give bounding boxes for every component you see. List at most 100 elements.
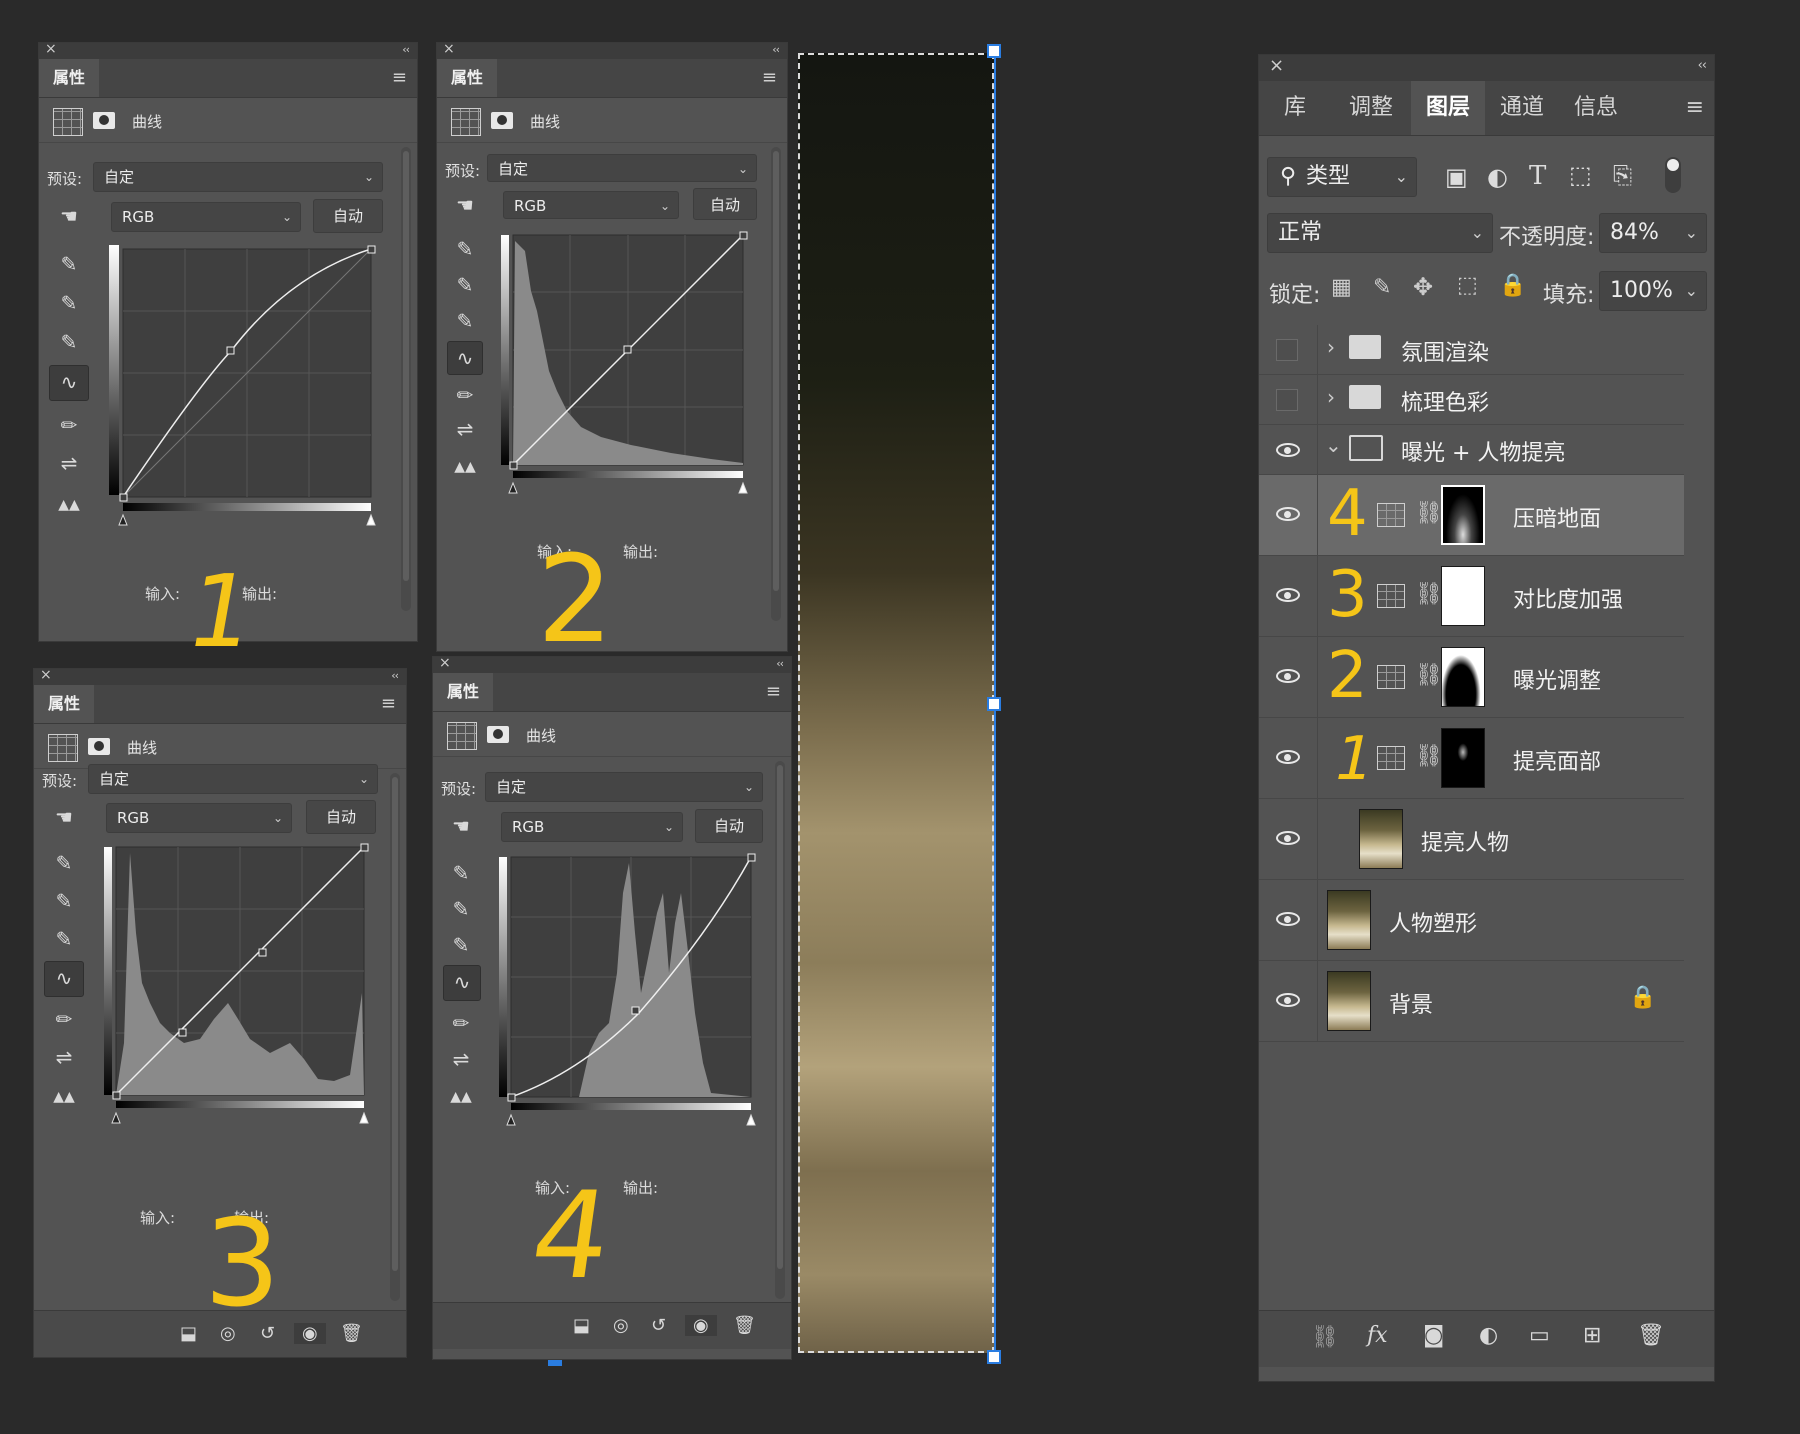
curve-graph[interactable]	[109, 245, 377, 545]
trash-icon[interactable]: 🗑	[1637, 1323, 1665, 1348]
layer-mask-thumb[interactable]	[1441, 566, 1485, 626]
panel-menu-icon[interactable]: ≡	[392, 67, 407, 88]
white-eyedropper-icon[interactable]: ✎	[53, 326, 85, 358]
layer-mask-thumb[interactable]	[1441, 728, 1485, 788]
tab-adjustments[interactable]: 调整	[1331, 81, 1411, 135]
clipping-warning-icon[interactable]: ▲▲	[53, 489, 85, 521]
transform-handle[interactable]	[987, 697, 1001, 711]
lock-transparent-icon[interactable]: ▦	[1331, 275, 1352, 300]
layer-row-selected[interactable]: 4 ⛓ 压暗地面	[1259, 475, 1684, 556]
mask-icon[interactable]	[487, 726, 509, 743]
scrollbar[interactable]	[401, 147, 411, 611]
eye-icon[interactable]	[1276, 588, 1300, 602]
view-previous-icon[interactable]: ◎	[613, 1315, 629, 1336]
chevron-down-icon[interactable]: ⌄	[1325, 433, 1342, 457]
panel-menu-icon[interactable]: ≡	[766, 681, 781, 702]
chevron-right-icon[interactable]: ›	[1327, 335, 1335, 359]
reset-icon[interactable]: ↺	[651, 1315, 666, 1336]
close-icon[interactable]: ×	[45, 41, 57, 57]
layer-thumbnail[interactable]	[1359, 809, 1403, 869]
chevron-right-icon[interactable]: ›	[1327, 385, 1335, 409]
link-layers-icon[interactable]: ⛓	[1311, 1325, 1339, 1350]
black-eyedropper-icon[interactable]: ✎	[449, 233, 481, 265]
panel-menu-icon[interactable]: ≡	[1686, 95, 1704, 120]
blend-mode-select[interactable]: 正常 ⌄	[1267, 213, 1493, 253]
panel-menu-icon[interactable]: ≡	[381, 693, 396, 714]
gray-eyedropper-icon[interactable]: ✎	[445, 893, 477, 925]
clipping-warning-icon[interactable]: ▲▲	[449, 451, 481, 483]
auto-button[interactable]: 自动	[306, 800, 376, 834]
preset-select[interactable]: 自定 ⌄	[487, 154, 757, 182]
channel-select[interactable]: RGB ⌄	[501, 812, 683, 842]
link-icon[interactable]: ⛓	[1415, 582, 1443, 607]
transform-handle[interactable]	[987, 1350, 1001, 1364]
target-adjust-icon[interactable]: ☚	[449, 189, 481, 221]
lock-all-icon[interactable]: 🔒	[1499, 273, 1526, 298]
preset-select[interactable]: 自定 ⌄	[93, 162, 383, 192]
type-filter-icon[interactable]: T	[1529, 161, 1546, 191]
curve-edit-icon[interactable]: ∿	[447, 341, 483, 375]
pencil-icon[interactable]: ✏	[445, 1007, 477, 1039]
tab-info[interactable]: 信息	[1559, 81, 1633, 135]
tab-layers[interactable]: 图层	[1411, 81, 1485, 135]
tab-properties[interactable]: 属性	[34, 685, 94, 723]
transform-handle[interactable]	[548, 1360, 562, 1366]
pixel-filter-icon[interactable]: ▣	[1445, 163, 1468, 191]
black-eyedropper-icon[interactable]: ✎	[53, 248, 85, 280]
mask-icon[interactable]	[93, 112, 115, 129]
clip-to-layer-icon[interactable]: ⬓	[180, 1323, 197, 1344]
curve-edit-icon[interactable]: ∿	[44, 961, 84, 997]
layer-row[interactable]: 提亮人物	[1259, 799, 1684, 880]
curves-icon[interactable]	[53, 108, 83, 136]
layer-row[interactable]: 3 ⛓ 对比度加强	[1259, 556, 1684, 637]
eye-icon[interactable]	[1276, 831, 1300, 845]
clipping-warning-icon[interactable]: ▲▲	[445, 1081, 477, 1113]
gray-eyedropper-icon[interactable]: ✎	[53, 287, 85, 319]
target-adjust-icon[interactable]: ☚	[48, 801, 80, 833]
tab-channels[interactable]: 通道	[1485, 81, 1559, 135]
collapse-icon[interactable]: ‹‹	[772, 43, 780, 56]
eye-icon[interactable]	[1276, 750, 1300, 764]
channel-select[interactable]: RGB ⌄	[111, 202, 301, 232]
mask-icon[interactable]	[491, 112, 513, 129]
layer-thumbnail[interactable]	[1327, 971, 1371, 1031]
layer-row[interactable]: 2 ⛓ 曝光调整	[1259, 637, 1684, 718]
layer-row[interactable]: 1 ⛓ 提亮面部	[1259, 718, 1684, 799]
curves-icon[interactable]	[451, 108, 481, 136]
panel-menu-icon[interactable]: ≡	[762, 67, 777, 88]
mask-icon[interactable]	[88, 738, 110, 755]
auto-button[interactable]: 自动	[693, 188, 757, 220]
preset-select[interactable]: 自定 ⌄	[88, 764, 378, 794]
new-adjustment-icon[interactable]: ◐	[1479, 1323, 1498, 1348]
curve-graph[interactable]	[104, 843, 372, 1143]
collapse-icon[interactable]: ‹‹	[1698, 58, 1707, 73]
lock-icon[interactable]: 🔒	[1629, 985, 1656, 1010]
lock-brush-icon[interactable]: ✎	[1373, 275, 1391, 300]
white-eyedropper-icon[interactable]: ✎	[445, 929, 477, 961]
auto-button[interactable]: 自动	[695, 809, 763, 843]
visibility-icon[interactable]: ◉	[294, 1323, 326, 1344]
visibility-icon[interactable]: ◉	[685, 1315, 717, 1336]
smooth-icon[interactable]: ⇌	[48, 1041, 80, 1073]
link-icon[interactable]: ⛓	[1415, 744, 1443, 769]
layer-mask-thumb[interactable]	[1441, 647, 1485, 707]
pencil-icon[interactable]: ✏	[53, 409, 85, 441]
layer-row[interactable]: ⌄ 曝光 + 人物提亮	[1259, 425, 1684, 475]
tab-properties[interactable]: 属性	[433, 673, 493, 711]
curve-edit-icon[interactable]: ∿	[49, 365, 89, 401]
trash-icon[interactable]: 🗑	[733, 1315, 756, 1336]
eye-icon[interactable]	[1276, 669, 1300, 683]
eye-icon[interactable]	[1276, 912, 1300, 926]
gray-eyedropper-icon[interactable]: ✎	[449, 269, 481, 301]
black-eyedropper-icon[interactable]: ✎	[445, 857, 477, 889]
collapse-icon[interactable]: ‹‹	[402, 43, 410, 56]
channel-select[interactable]: RGB ⌄	[503, 191, 679, 219]
lock-artboard-icon[interactable]: ⬚	[1457, 273, 1478, 298]
gray-eyedropper-icon[interactable]: ✎	[48, 885, 80, 917]
scrollbar[interactable]	[390, 773, 400, 1301]
curves-icon[interactable]	[48, 734, 78, 762]
smooth-icon[interactable]: ⇌	[445, 1043, 477, 1075]
curve-edit-icon[interactable]: ∿	[443, 965, 481, 1001]
target-adjust-icon[interactable]: ☚	[53, 200, 85, 232]
fill-input[interactable]: 100% ⌄	[1599, 271, 1707, 311]
